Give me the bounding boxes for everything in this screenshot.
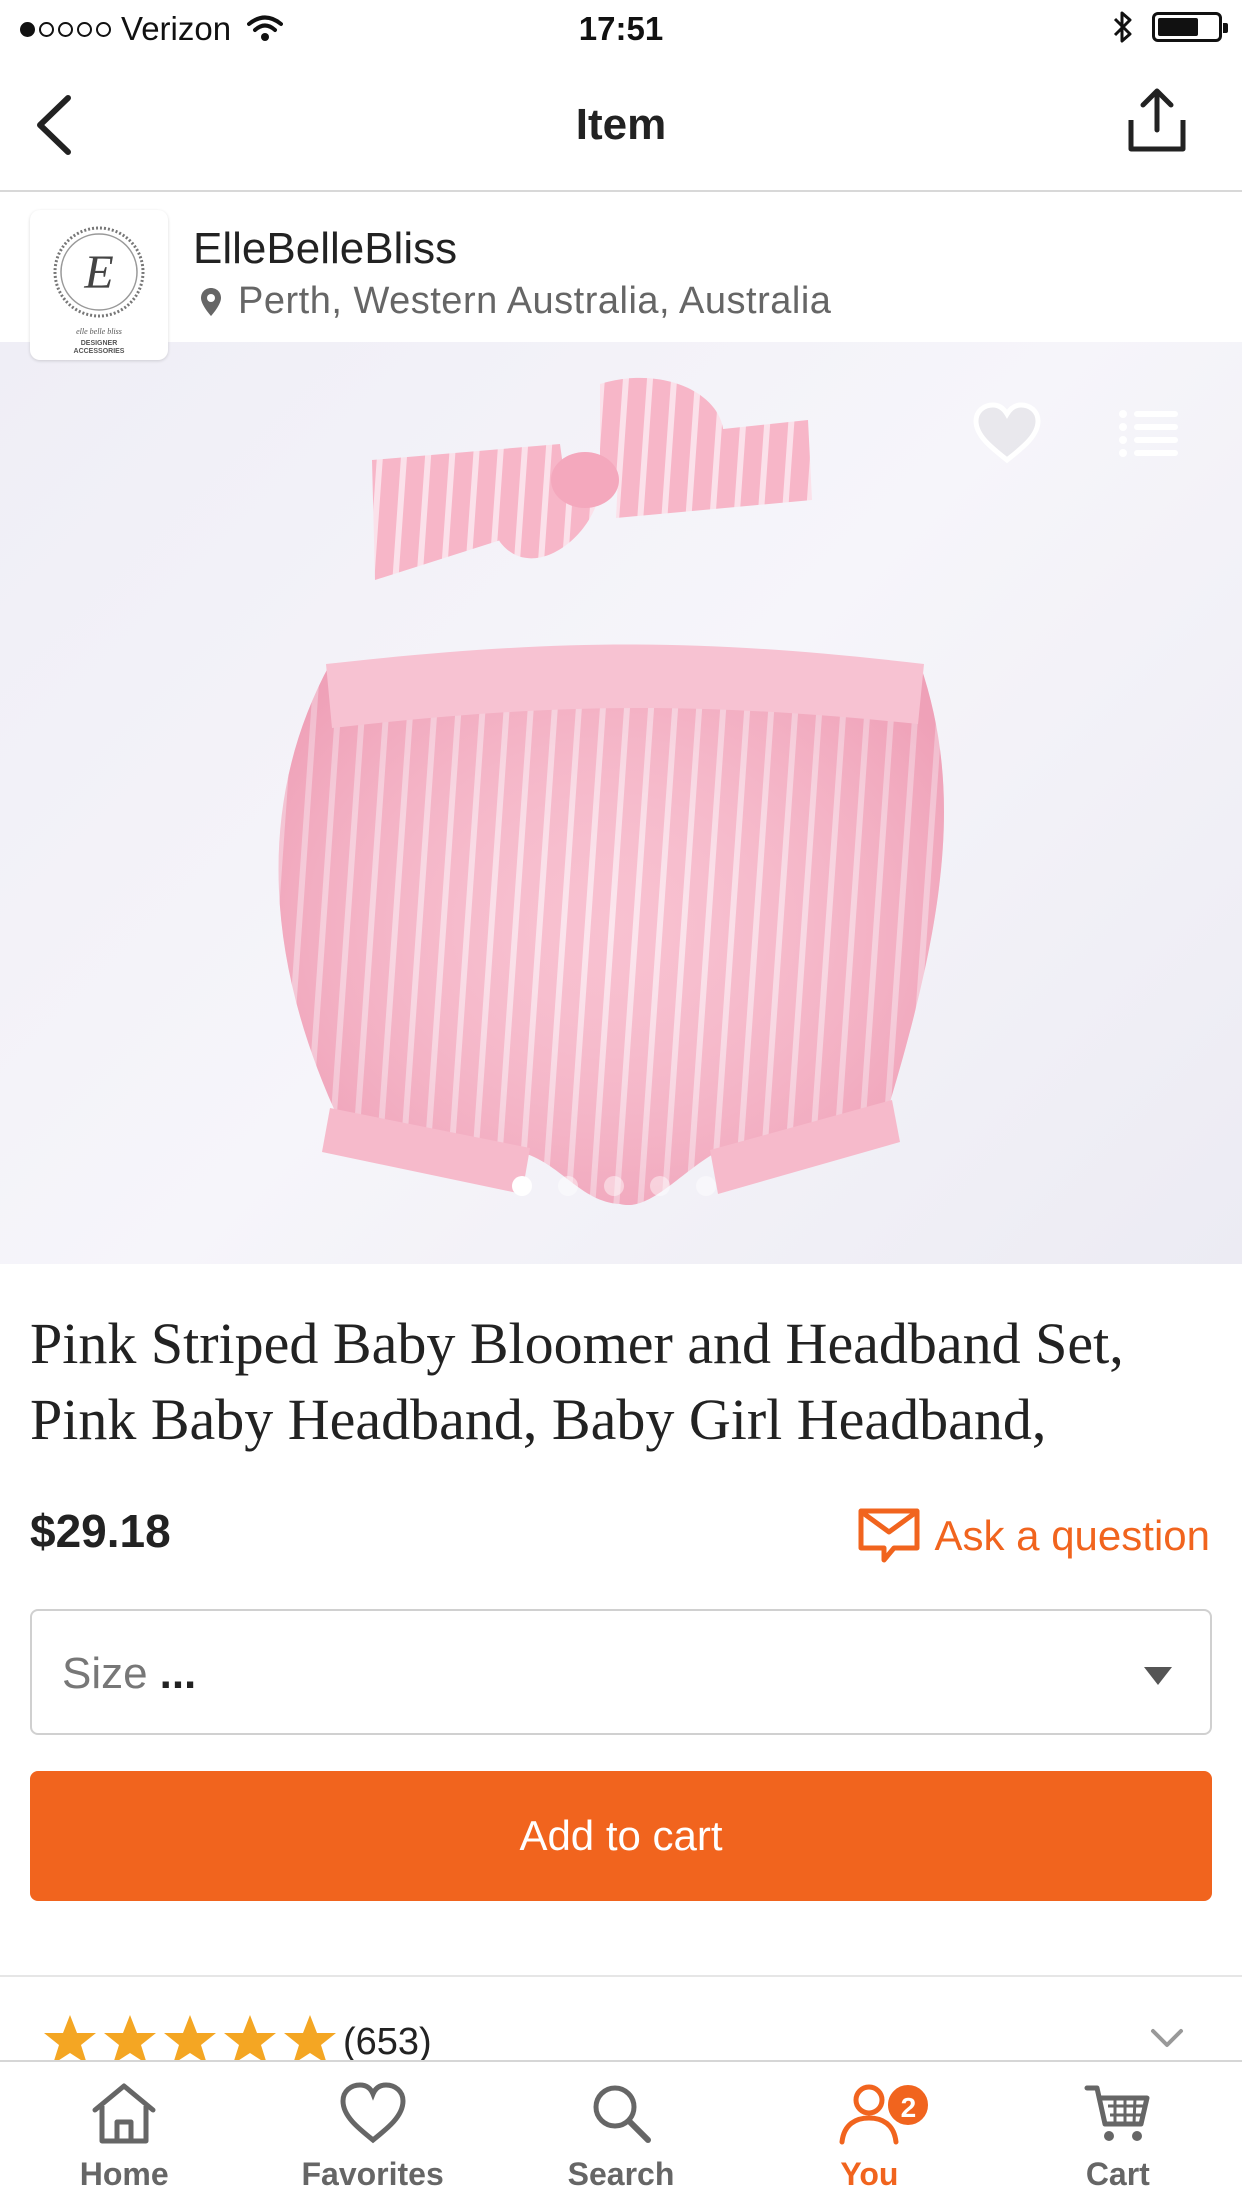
shop-location: Perth, Western Australia, Australia — [200, 280, 831, 323]
star-icon — [284, 2015, 336, 2061]
tab-label: You — [840, 2156, 899, 2192]
add-to-list-icon[interactable] — [1118, 408, 1180, 458]
rating-stars — [42, 2013, 338, 2061]
tab-cart[interactable]: Cart — [994, 2062, 1242, 2208]
size-label-text: Size — [62, 1649, 148, 1698]
dropdown-caret-icon — [1144, 1667, 1172, 1685]
favorite-heart-icon[interactable] — [972, 402, 1042, 466]
shop-header[interactable]: E elle belle bliss DESIGNER ACCESSORIES … — [0, 192, 1242, 360]
gallery-dot[interactable] — [558, 1176, 578, 1196]
review-count: (653) — [343, 2021, 432, 2061]
tab-favorites[interactable]: Favorites — [248, 2062, 496, 2208]
svg-text:elle belle bliss: elle belle bliss — [76, 327, 122, 336]
tab-bar: Home Favorites Search 2 You Cart — [0, 2060, 1242, 2208]
svg-text:ACCESSORIES: ACCESSORIES — [74, 348, 125, 355]
share-icon[interactable] — [1124, 86, 1190, 156]
product-price: $29.18 — [30, 1505, 171, 1557]
nav-bar: Item — [0, 60, 1242, 192]
star-icon — [224, 2015, 276, 2061]
heart-icon — [340, 2082, 406, 2144]
bluetooth-icon — [1113, 11, 1132, 43]
add-to-cart-button[interactable]: Add to cart — [30, 1771, 1212, 1901]
shop-avatar[interactable]: E elle belle bliss DESIGNER ACCESSORIES — [30, 210, 168, 360]
cart-icon — [1084, 2085, 1150, 2141]
ask-question-label: Ask a question — [934, 1512, 1210, 1559]
tab-you[interactable]: 2 You — [745, 2062, 993, 2208]
shop-location-text: Perth, Western Australia, Australia — [238, 280, 832, 322]
tab-label: Home — [79, 2156, 169, 2192]
tab-label: Search — [567, 2156, 675, 2192]
ask-question-link[interactable]: Ask a question — [858, 1508, 1210, 1564]
tab-label: Favorites — [301, 2156, 444, 2192]
page-title: Item — [575, 100, 667, 149]
star-icon — [164, 2015, 216, 2061]
status-right — [1112, 10, 1228, 44]
battery-icon — [1152, 12, 1228, 42]
size-select[interactable]: Size... — [30, 1609, 1212, 1735]
message-envelope-icon — [858, 1508, 920, 1563]
status-bar: Verizon 17:51 — [0, 0, 1242, 60]
status-time: 17:51 — [578, 10, 664, 47]
location-pin-icon — [201, 287, 221, 316]
gallery-dot[interactable] — [650, 1176, 670, 1196]
tab-label: Cart — [1085, 2156, 1150, 2192]
size-select-label: Size... — [62, 1649, 196, 1699]
gallery-dot[interactable] — [696, 1176, 716, 1196]
chevron-down-icon[interactable] — [1150, 2027, 1184, 2049]
gallery-page-indicator[interactable] — [512, 1176, 716, 1196]
size-select-value: ... — [159, 1649, 197, 1698]
reviews-row[interactable]: (653) — [0, 1975, 1242, 2061]
home-icon — [92, 2083, 156, 2144]
search-icon — [593, 2085, 652, 2143]
star-icon — [104, 2015, 156, 2061]
tab-search[interactable]: Search — [497, 2062, 745, 2208]
shop-logo: E elle belle bliss DESIGNER ACCESSORIES — [53, 226, 145, 355]
notification-badge: 2 — [885, 2082, 932, 2128]
product-photo — [278, 377, 944, 1206]
tab-home[interactable]: Home — [0, 2062, 248, 2208]
product-image[interactable] — [0, 342, 1242, 1264]
gallery-dot[interactable] — [512, 1176, 532, 1196]
svg-text:DESIGNER: DESIGNER — [81, 340, 118, 347]
shop-name[interactable]: ElleBelleBliss — [193, 224, 457, 274]
gallery-dot[interactable] — [604, 1176, 624, 1196]
star-icon — [44, 2015, 96, 2061]
product-title: Pink Striped Baby Bloomer and Headband S… — [30, 1311, 1124, 1452]
svg-text:E: E — [83, 246, 113, 299]
